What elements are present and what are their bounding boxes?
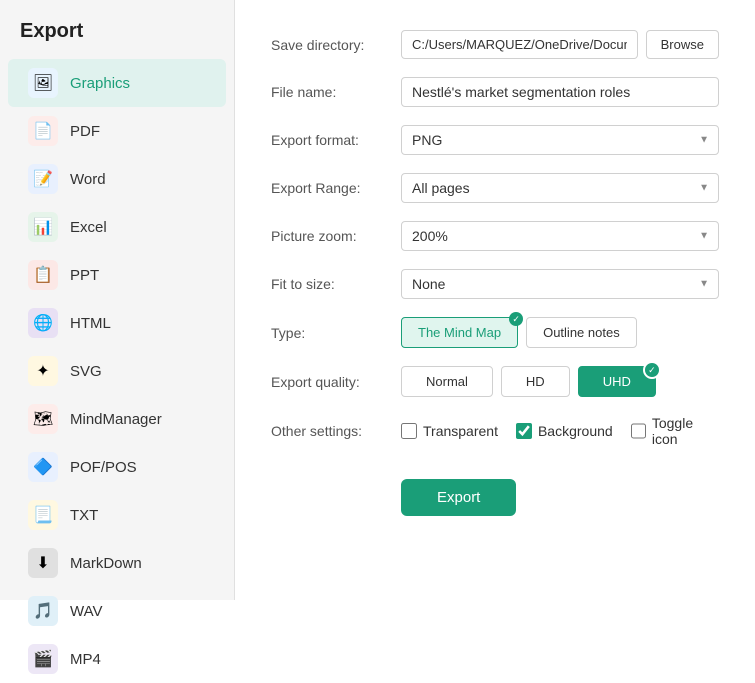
pdf-icon: 📄 [28, 116, 58, 146]
sidebar-label-mp4: MP4 [70, 651, 101, 668]
sidebar-label-txt: TXT [70, 507, 98, 524]
main-content: Save directory: Browse File name: Export… [235, 0, 755, 600]
sidebar-label-pofpos: POF/POS [70, 459, 137, 476]
checkbox-background[interactable] [516, 423, 532, 439]
check-item-toggle_icon[interactable]: Toggle icon [631, 415, 719, 447]
check-label-transparent: Transparent [423, 423, 498, 439]
word-icon: 📝 [28, 164, 58, 194]
other-settings-label: Other settings: [271, 423, 401, 439]
save-directory-label: Save directory: [271, 37, 401, 53]
export-range-select-wrap: All pagesCurrent pageSelected pages [401, 173, 719, 203]
sidebar-item-word[interactable]: 📝 Word [8, 155, 226, 203]
export-format-label: Export format: [271, 132, 401, 148]
export-quality-row: Export quality: Normal HD UHD [271, 366, 719, 397]
sidebar-label-html: HTML [70, 315, 111, 332]
sidebar-label-word: Word [70, 171, 106, 188]
sidebar-item-pofpos[interactable]: 🔷 POF/POS [8, 443, 226, 491]
fit-to-size-select[interactable]: NoneFit widthFit heightFit page [401, 269, 719, 299]
sidebar-title: Export [0, 20, 234, 59]
file-name-row: File name: [271, 77, 719, 107]
pofpos-icon: 🔷 [28, 452, 58, 482]
sidebar-label-markdown: MarkDown [70, 555, 142, 572]
html-icon: 🌐 [28, 308, 58, 338]
export-range-select[interactable]: All pagesCurrent pageSelected pages [401, 173, 719, 203]
export-range-row: Export Range: All pagesCurrent pageSelec… [271, 173, 719, 203]
graphics-icon: 🖼 [28, 68, 58, 98]
file-name-field [401, 77, 719, 107]
svg-icon: ✦ [28, 356, 58, 386]
picture-zoom-label: Picture zoom: [271, 228, 401, 244]
sidebar-label-wav: WAV [70, 603, 103, 620]
ppt-icon: 📋 [28, 260, 58, 290]
check-label-background: Background [538, 423, 613, 439]
save-directory-field: Browse [401, 30, 719, 59]
export-format-row: Export format: PNGJPGBMPTIFFGIF [271, 125, 719, 155]
markdown-icon: ⬇ [28, 548, 58, 578]
fit-to-size-label: Fit to size: [271, 276, 401, 292]
sidebar-label-pdf: PDF [70, 123, 100, 140]
sidebar-item-html[interactable]: 🌐 HTML [8, 299, 226, 347]
sidebar-item-ppt[interactable]: 📋 PPT [8, 251, 226, 299]
sidebar-label-mindmanager: MindManager [70, 411, 162, 428]
sidebar-item-markdown[interactable]: ⬇ MarkDown [8, 539, 226, 587]
sidebar-items: 🖼 Graphics 📄 PDF 📝 Word 📊 Excel 📋 PPT 🌐 … [0, 59, 234, 683]
other-settings-group: Transparent Background Toggle icon [401, 415, 719, 447]
sidebar-label-ppt: PPT [70, 267, 99, 284]
check-label-toggle_icon: Toggle icon [652, 415, 719, 447]
other-settings-row: Other settings: Transparent Background Tog… [271, 415, 719, 447]
type-label: Type: [271, 325, 401, 341]
check-item-background[interactable]: Background [516, 423, 613, 439]
sidebar-item-wav[interactable]: 🎵 WAV [8, 587, 226, 635]
mindmanager-icon: 🗺 [28, 404, 58, 434]
checkbox-transparent[interactable] [401, 423, 417, 439]
txt-icon: 📃 [28, 500, 58, 530]
picture-zoom-select[interactable]: 50%75%100%150%200%300% [401, 221, 719, 251]
file-name-label: File name: [271, 84, 401, 100]
export-format-select[interactable]: PNGJPGBMPTIFFGIF [401, 125, 719, 155]
checkbox-toggle_icon[interactable] [631, 423, 646, 439]
picture-zoom-select-wrap: 50%75%100%150%200%300% [401, 221, 719, 251]
excel-icon: 📊 [28, 212, 58, 242]
type-group: The Mind Map Outline notes [401, 317, 719, 348]
sidebar-item-excel[interactable]: 📊 Excel [8, 203, 226, 251]
picture-zoom-row: Picture zoom: 50%75%100%150%200%300% [271, 221, 719, 251]
file-name-input[interactable] [401, 77, 719, 107]
sidebar-label-graphics: Graphics [70, 75, 130, 92]
type-btn-mindmap[interactable]: The Mind Map [401, 317, 518, 348]
sidebar-item-svg[interactable]: ✦ SVG [8, 347, 226, 395]
save-directory-input[interactable] [401, 30, 638, 59]
check-item-transparent[interactable]: Transparent [401, 423, 498, 439]
sidebar-item-pdf[interactable]: 📄 PDF [8, 107, 226, 155]
mp4-icon: 🎬 [28, 644, 58, 674]
wav-icon: 🎵 [28, 596, 58, 626]
export-range-label: Export Range: [271, 180, 401, 196]
export-format-select-wrap: PNGJPGBMPTIFFGIF [401, 125, 719, 155]
sidebar-label-excel: Excel [70, 219, 107, 236]
sidebar-item-graphics[interactable]: 🖼 Graphics [8, 59, 226, 107]
export-quality-label: Export quality: [271, 374, 401, 390]
fit-to-size-select-wrap: NoneFit widthFit heightFit page [401, 269, 719, 299]
quality-group: Normal HD UHD [401, 366, 719, 397]
quality-btn-uhd[interactable]: UHD [578, 366, 656, 397]
type-btn-outline[interactable]: Outline notes [526, 317, 637, 348]
quality-btn-hd[interactable]: HD [501, 366, 570, 397]
quality-btn-normal[interactable]: Normal [401, 366, 493, 397]
sidebar-item-mindmanager[interactable]: 🗺 MindManager [8, 395, 226, 443]
fit-to-size-row: Fit to size: NoneFit widthFit heightFit … [271, 269, 719, 299]
export-button[interactable]: Export [401, 479, 516, 516]
browse-button[interactable]: Browse [646, 30, 719, 59]
save-directory-row: Save directory: Browse [271, 30, 719, 59]
sidebar-item-mp4[interactable]: 🎬 MP4 [8, 635, 226, 683]
export-button-container: Export [271, 465, 719, 516]
sidebar: Export 🖼 Graphics 📄 PDF 📝 Word 📊 Excel 📋… [0, 0, 235, 600]
type-row: Type: The Mind Map Outline notes [271, 317, 719, 348]
sidebar-item-txt[interactable]: 📃 TXT [8, 491, 226, 539]
sidebar-label-svg: SVG [70, 363, 102, 380]
